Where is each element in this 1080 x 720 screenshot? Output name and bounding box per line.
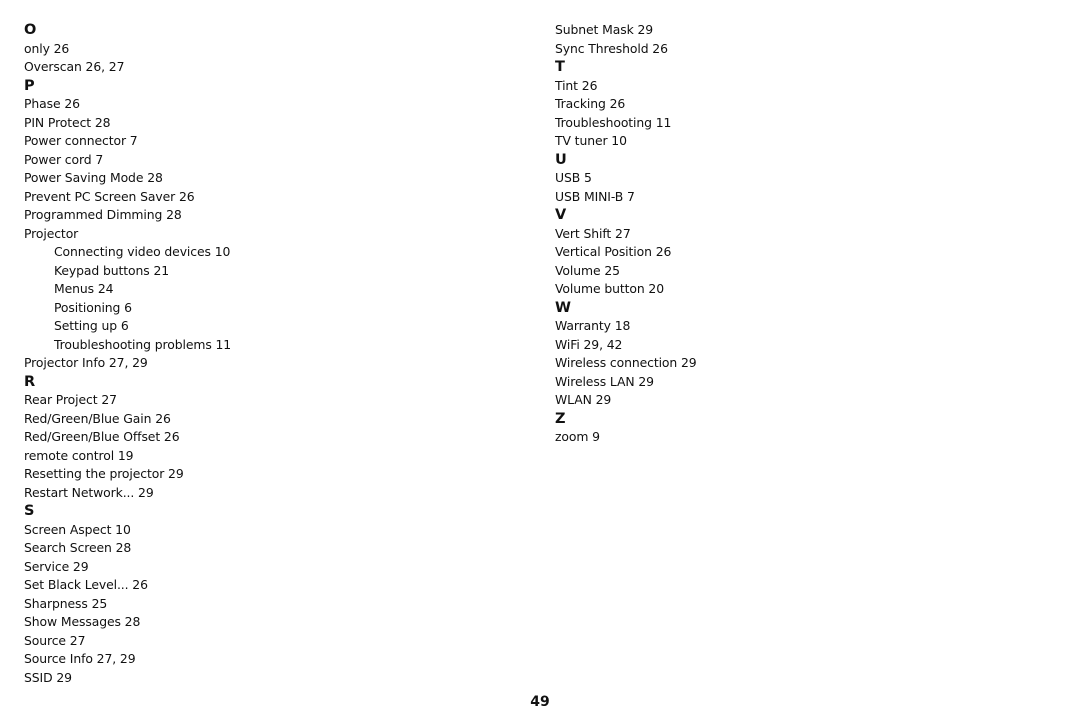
index-entry: zoom 9 bbox=[555, 429, 600, 444]
index-letter-heading: V bbox=[555, 207, 567, 223]
index-subentry: Troubleshooting problems 11 bbox=[54, 336, 232, 352]
index-column-right: Subnet Mask 29 Sync Threshold 26 T Tint 26 T… bbox=[555, 21, 697, 447]
index-entry: Vert Shift 27 bbox=[555, 225, 631, 241]
page-number: 49 bbox=[530, 694, 550, 710]
index-entry: Prevent PC Screen Saver 26 bbox=[24, 188, 195, 204]
index-entry: PIN Protect 28 bbox=[24, 114, 111, 130]
index-subentry: Positioning 6 bbox=[54, 299, 132, 315]
index-entry: Red/Green/Blue Offset 26 bbox=[24, 429, 180, 444]
index-subentry: Setting up 6 bbox=[54, 318, 129, 333]
index-subentry: Connecting video devices 10 bbox=[54, 244, 231, 259]
index-entry: SSID 29 bbox=[24, 669, 72, 685]
index-entry: WiFi 29, 42 bbox=[555, 336, 623, 352]
index-entry: TV tuner 10 bbox=[555, 133, 627, 148]
index-entry: Tracking 26 bbox=[555, 96, 626, 111]
index-entry: Sync Threshold 26 bbox=[555, 40, 668, 56]
index-letter-heading: P bbox=[24, 77, 35, 94]
index-entry: Volume button 20 bbox=[555, 281, 664, 296]
index-entry: Source 27 bbox=[24, 632, 86, 648]
index-entry: Troubleshooting 11 bbox=[555, 114, 672, 130]
index-entry: Wireless LAN 29 bbox=[555, 373, 654, 389]
index-letter-heading: W bbox=[555, 299, 571, 316]
index-entry: Power Saving Mode 28 bbox=[24, 170, 163, 185]
index-letter-heading: T bbox=[555, 59, 565, 75]
index-entry: Projector Info 27, 29 bbox=[24, 355, 148, 370]
index-entry: Red/Green/Blue Gain 26 bbox=[24, 410, 171, 426]
index-entry: Show Messages 28 bbox=[24, 614, 141, 629]
index-subentry: Keypad buttons 21 bbox=[54, 262, 170, 278]
index-entry: Source Info 27, 29 bbox=[24, 651, 136, 666]
index-column-left: Oonly 26 Overscan 26, 27 P Phase 26 PIN Prot… bbox=[24, 21, 231, 687]
index-entry: Phase 26 bbox=[24, 96, 80, 111]
index-entry: Screen Aspect 10 bbox=[24, 521, 131, 537]
index-entry: Subnet Mask 29 bbox=[555, 22, 654, 37]
index-entry: Sharpness 25 bbox=[24, 595, 108, 611]
index-entry: Wireless connection 29 bbox=[555, 355, 697, 370]
index-entry: Volume 25 bbox=[555, 262, 620, 278]
index-entry: Restart Network... 29 bbox=[24, 484, 154, 500]
index-entry: Rear Project 27 bbox=[24, 392, 117, 407]
index-letter-heading: R bbox=[24, 373, 36, 390]
index-entry: USB MINI-B 7 bbox=[555, 188, 635, 204]
index-entry: Projector bbox=[24, 225, 79, 241]
index-entry: Power cord 7 bbox=[24, 151, 104, 167]
index-entry: Power connector 7 bbox=[24, 133, 138, 148]
index-entry: Tint 26 bbox=[555, 77, 598, 93]
index-entry: WLAN 29 bbox=[555, 392, 612, 407]
index-letter-heading: S bbox=[24, 503, 35, 519]
index-entry: Programmed Dimming 28 bbox=[24, 207, 182, 222]
index-entry: Resetting the projector 29 bbox=[24, 466, 184, 481]
index-entry: Set Black Level... 26 bbox=[24, 577, 148, 592]
index-letter-heading: O bbox=[24, 22, 37, 38]
index-entry: Service 29 bbox=[24, 558, 89, 574]
index-entry: Search Screen 28 bbox=[24, 540, 132, 555]
index-entry: remote control 19 bbox=[24, 447, 134, 463]
index-entry: Overscan 26, 27 bbox=[24, 59, 125, 74]
index-subentry: Menus 24 bbox=[54, 281, 114, 296]
index-entry: Warranty 18 bbox=[555, 318, 631, 333]
index-letter-heading: Z bbox=[555, 410, 566, 427]
index-letter-heading: U bbox=[555, 151, 567, 168]
index-entry: Vertical Position 26 bbox=[555, 244, 672, 259]
index-entry: only 26 bbox=[24, 40, 70, 56]
index-entry: USB 5 bbox=[555, 170, 592, 185]
